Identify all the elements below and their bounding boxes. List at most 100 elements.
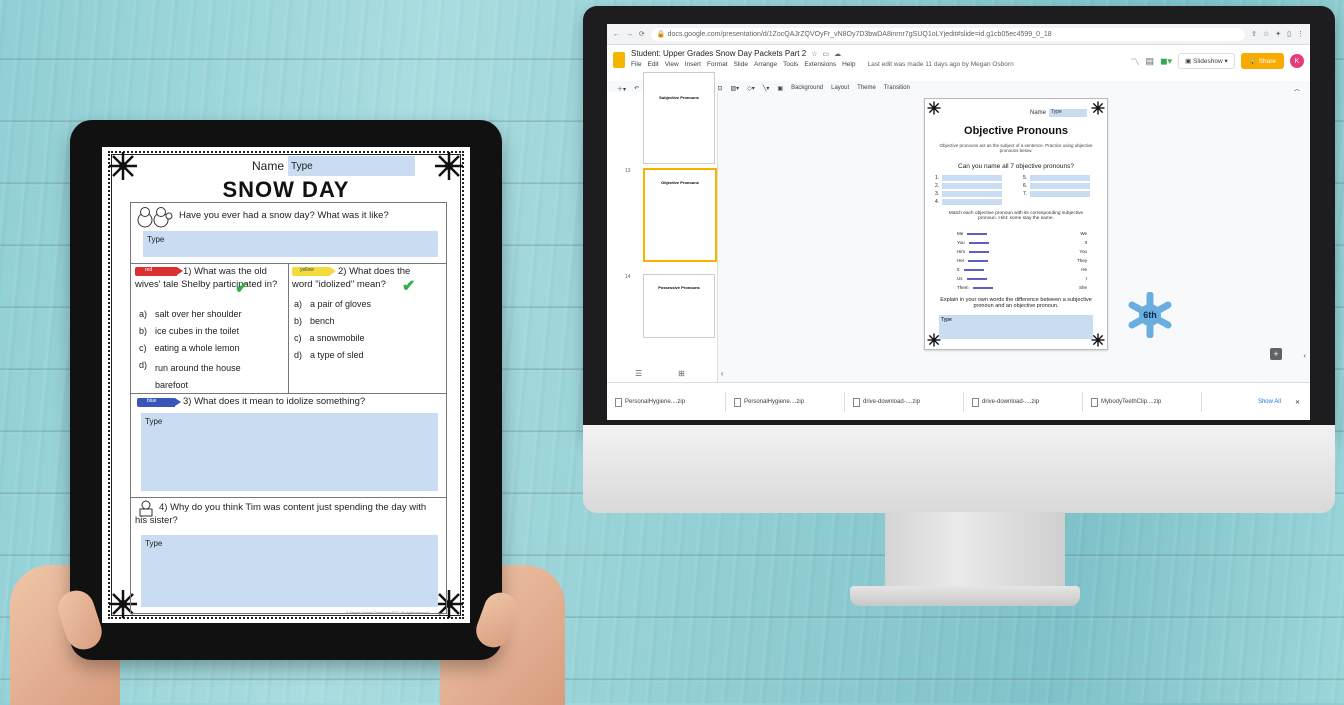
answer-row[interactable]: 4. — [935, 199, 1003, 205]
match-left-word: Us — [957, 276, 963, 281]
match-line[interactable] — [969, 251, 989, 253]
slide-thumbnail[interactable]: Subjective Pronouns — [643, 72, 715, 164]
match-line[interactable] — [963, 269, 984, 271]
answer-box[interactable] — [942, 191, 1003, 197]
google-slides-logo-icon[interactable] — [613, 52, 625, 68]
text-box-icon[interactable]: ⊡ — [717, 85, 722, 92]
comment-add-icon[interactable]: ▣ — [777, 85, 783, 92]
line-icon[interactable]: ╲▾ — [763, 85, 770, 92]
shape-icon[interactable]: ◇▾ — [747, 85, 755, 92]
q1-option-d[interactable]: d) run around the house barefoot — [139, 360, 269, 393]
question-3-answer-box[interactable]: Type — [141, 413, 438, 491]
answer-row[interactable]: 7. — [1023, 191, 1091, 197]
match-line[interactable] — [968, 242, 989, 244]
show-all-downloads-link[interactable]: Show All — [1258, 399, 1281, 405]
filmstrip-controls: ☰ ⊞ ‹ — [635, 369, 724, 378]
menu-arrange[interactable]: Arrange — [754, 61, 777, 68]
last-edit-link[interactable]: Last edit was made 11 days ago by Megan … — [867, 61, 1013, 68]
menu-tools[interactable]: Tools — [783, 61, 798, 68]
collapse-filmstrip-icon[interactable]: ‹ — [721, 369, 724, 378]
match-line[interactable] — [968, 260, 989, 262]
answer-box[interactable] — [1030, 191, 1091, 197]
match-line[interactable] — [972, 287, 993, 289]
explain-answer-box[interactable]: Type — [939, 315, 1093, 339]
copyright-text: © Megan Osborn Classroom 2022. All right… — [346, 611, 430, 615]
answer-box[interactable] — [942, 175, 1003, 181]
answer-box[interactable] — [1030, 183, 1091, 189]
intro-answer-box[interactable]: Type — [143, 231, 438, 257]
menu-format[interactable]: Format — [707, 61, 728, 68]
menu-edit[interactable]: Edit — [647, 61, 658, 68]
sidebar-icon[interactable]: ▯ — [1287, 30, 1291, 38]
reload-icon[interactable]: ⟳ — [639, 30, 645, 38]
menu-slide[interactable]: Slide — [734, 61, 748, 68]
menu-view[interactable]: View — [665, 61, 679, 68]
question-1-text: 1) What was the old wives' tale Shelby p… — [135, 266, 278, 290]
answer-row[interactable]: 5. — [1023, 175, 1091, 181]
close-downloads-icon[interactable]: ✕ — [1295, 399, 1300, 406]
download-item[interactable]: drive-download-....zip — [845, 392, 964, 412]
cloud-status-icon[interactable]: ☁ — [834, 50, 841, 58]
share-page-icon[interactable]: ⇪ — [1251, 30, 1257, 38]
answer-row[interactable]: 2. — [935, 183, 1003, 189]
match-line[interactable] — [967, 233, 988, 235]
name-input[interactable]: Type — [1049, 109, 1087, 117]
slide-thumbnail-selected[interactable]: Objective Pronouns — [643, 168, 717, 262]
slideshow-button[interactable]: ▣ Slideshow ▾ — [1178, 53, 1235, 69]
side-panel-toggle-icon[interactable]: ‹ — [1303, 351, 1306, 360]
bookmark-star-icon[interactable]: ☆ — [1263, 30, 1269, 38]
download-item[interactable]: PersonalHygiene....zip — [726, 392, 845, 412]
undo-icon[interactable]: ↶ — [634, 85, 639, 92]
address-field[interactable]: 🔒 docs.google.com/presentation/d/1ZocQAJ… — [650, 27, 1246, 41]
q2-option-a[interactable]: a) a pair of gloves — [294, 299, 371, 309]
answer-box[interactable] — [942, 183, 1003, 189]
answer-box[interactable] — [1030, 175, 1091, 181]
download-item[interactable]: drive-download-....zip — [964, 392, 1083, 412]
menu-extensions[interactable]: Extensions — [804, 61, 836, 68]
menu-insert[interactable]: Insert — [685, 61, 701, 68]
downloads-bar: PersonalHygiene....zip PersonalHygiene..… — [607, 382, 1310, 420]
q1-option-b[interactable]: b) ice cubes in the toilet — [139, 326, 239, 336]
toolbar-layout[interactable]: Layout — [831, 85, 849, 91]
share-button[interactable]: 🔒 Share — [1240, 53, 1284, 69]
menu-help[interactable]: Help — [842, 61, 855, 68]
toolbar-background[interactable]: Background — [791, 85, 823, 91]
match-line[interactable] — [966, 278, 987, 280]
answer-row[interactable]: 6. — [1023, 183, 1091, 189]
download-item[interactable]: PersonalHygiene....zip — [607, 392, 726, 412]
star-icon[interactable]: ☆ — [811, 50, 817, 58]
back-icon[interactable]: ← — [613, 31, 620, 38]
comments-icon[interactable]: ▤ — [1146, 56, 1155, 67]
meet-icon[interactable]: ◼▾ — [1160, 56, 1172, 67]
answer-row[interactable]: 1. — [935, 175, 1003, 181]
browser-menu-icon[interactable]: ⋮ — [1297, 30, 1304, 38]
answer-row[interactable]: 3. — [935, 191, 1003, 197]
checkmark-icon: ✔ — [402, 278, 416, 295]
q1-option-a[interactable]: a) salt over her shoulder — [139, 309, 242, 319]
blue-crayon-icon: blue — [137, 398, 175, 407]
extensions-puzzle-icon[interactable]: ✦ — [1275, 30, 1281, 38]
grid-view-icon[interactable]: ⊞ — [678, 369, 685, 378]
document-title[interactable]: Student: Upper Grades Snow Day Packets P… — [631, 49, 806, 58]
answer-box[interactable] — [942, 199, 1003, 205]
list-view-icon[interactable]: ☰ — [635, 369, 642, 378]
toolbar-transition[interactable]: Transition — [884, 85, 910, 91]
explore-icon[interactable]: + — [1270, 348, 1282, 360]
toolbar-theme[interactable]: Theme — [857, 85, 876, 91]
q2-option-d[interactable]: d) a type of sled — [294, 350, 364, 360]
question-4-answer-box[interactable]: Type — [141, 535, 438, 607]
q2-option-b[interactable]: b) bench — [294, 316, 335, 326]
image-icon[interactable]: ▨▾ — [730, 85, 739, 92]
activity-trend-icon[interactable]: 〽 — [1131, 55, 1140, 68]
q1-option-c[interactable]: c) eating a whole lemon — [139, 343, 240, 353]
menu-file[interactable]: File — [631, 61, 641, 68]
name-input[interactable]: Type — [288, 156, 416, 176]
account-avatar[interactable]: K — [1290, 54, 1304, 68]
forward-icon[interactable]: → — [626, 31, 633, 38]
match-left-word: You — [957, 240, 965, 245]
download-item[interactable]: MybodyTeethClip....zip — [1083, 392, 1202, 412]
q2-option-c[interactable]: c) a snowmobile — [294, 333, 365, 343]
slide-thumbnail[interactable]: Possessive Pronouns — [643, 274, 715, 338]
slide-canvas[interactable]: Name Type Objective Pronouns Objective p… — [924, 98, 1108, 350]
move-folder-icon[interactable]: ▭ — [822, 50, 829, 58]
